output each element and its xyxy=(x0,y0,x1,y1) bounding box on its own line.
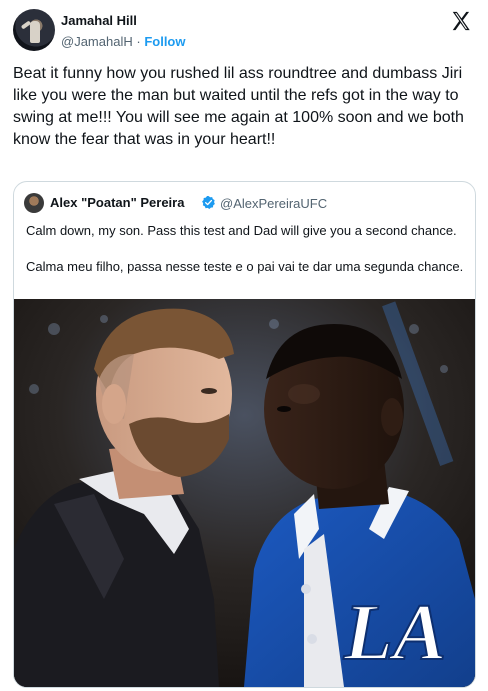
follow-button[interactable]: Follow xyxy=(144,34,185,49)
quoted-photo[interactable]: LA xyxy=(14,299,475,687)
svg-text:LA: LA xyxy=(343,589,446,677)
separator-dot: · xyxy=(136,34,141,49)
author-handle[interactable]: @JamahalH xyxy=(61,34,133,49)
quoted-text-english: Calm down, my son. Pass this test and Da… xyxy=(26,223,457,238)
quoted-author-handle[interactable]: @AlexPereiraUFC xyxy=(220,196,327,211)
quoted-author-avatar[interactable] xyxy=(24,193,44,213)
verified-badge-icon xyxy=(202,195,215,209)
x-logo-icon[interactable] xyxy=(450,10,472,32)
author-handle-row: @JamahalH · Follow xyxy=(61,34,186,49)
author-avatar[interactable] xyxy=(13,9,55,51)
author-name[interactable]: Jamahal Hill xyxy=(61,13,137,28)
quoted-tweet[interactable]: Alex "Poatan" Pereira @AlexPereiraUFC Ca… xyxy=(13,181,476,688)
quoted-author-name[interactable]: Alex "Poatan" Pereira xyxy=(50,195,184,210)
quoted-text-portuguese: Calma meu filho, passa nesse teste e o p… xyxy=(26,259,464,274)
tweet-text: Beat it funny how you rushed lil ass rou… xyxy=(13,65,464,148)
tweet-card: Jamahal Hill @JamahalH · Follow Beat it … xyxy=(0,0,488,691)
